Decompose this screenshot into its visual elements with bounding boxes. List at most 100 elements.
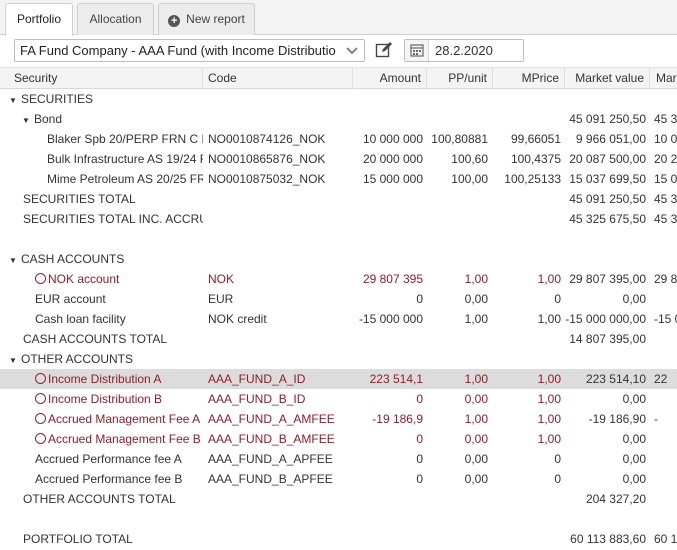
column-header-security[interactable]: Security	[9, 68, 203, 89]
cell-code: NOK credit	[208, 312, 267, 326]
security-name: Income Distribution B	[48, 392, 163, 406]
cell-code: NOK	[208, 272, 235, 286]
cell-market-value: -15 000 000,00	[565, 312, 646, 326]
cell-market-value: 45 091 250,50	[569, 192, 646, 206]
cell-amount: 0	[416, 292, 423, 306]
cell-security: ▼ CASH ACCOUNTS	[9, 249, 189, 269]
cell-pp-unit: 100,60	[451, 152, 488, 166]
status-circle-icon	[35, 273, 46, 284]
table-row[interactable]: Accrued Management Fee A AAA_FUND_A_AMFEE…	[0, 409, 677, 429]
expand-triangle-icon[interactable]: ▼	[9, 251, 21, 269]
cell-mprice: 1,00	[537, 312, 561, 326]
column-header-mprice[interactable]: MPrice	[493, 68, 565, 89]
security-name: OTHER ACCOUNTS	[21, 352, 134, 366]
cell-security: Income Distribution B	[35, 389, 203, 409]
cell-pp-unit: 100,00	[451, 172, 488, 186]
security-name: Accrued Management Fee B	[48, 432, 201, 446]
table-row[interactable]: Mime Petroleum AS 20/25 FRN NO0010875032_…	[0, 169, 677, 189]
table-row[interactable]: Accrued Performance fee B AAA_FUND_B_APFE…	[0, 469, 677, 489]
cell-code: NO0010874126_NOK	[208, 132, 326, 146]
column-header-next[interactable]: Mar	[650, 68, 677, 89]
calendar-icon[interactable]	[405, 40, 429, 61]
cell-code: AAA_FUND_B_ID	[208, 392, 306, 406]
cell-amount: 20 000 000	[362, 152, 423, 166]
cell-amount: 10 000 000	[362, 132, 423, 146]
table-row[interactable]: PORTFOLIO TOTAL 60 113 883,60 60 1	[0, 529, 677, 549]
cell-next: 29 8	[654, 272, 677, 286]
edit-icon[interactable]	[374, 40, 394, 60]
security-name: Accrued Performance fee A	[35, 452, 182, 466]
cell-mprice: 0	[554, 452, 561, 466]
security-name: Income Distribution A	[48, 372, 162, 386]
tab-allocation[interactable]: Allocation	[77, 3, 154, 35]
cell-market-value: 9 966 051,00	[575, 132, 646, 146]
cell-amount: 223 514,1	[369, 372, 423, 386]
expand-triangle-icon[interactable]: ▼	[9, 91, 21, 109]
cell-amount: 0	[416, 432, 423, 446]
cell-market-value: 60 113 883,60	[570, 532, 646, 546]
table-row[interactable]: CASH ACCOUNTS TOTAL 14 807 395,00	[0, 329, 677, 349]
fund-select-value: FA Fund Company - AAA Fund (with Income …	[20, 43, 336, 58]
cell-code: AAA_FUND_A_AMFEE	[208, 412, 335, 426]
table-row[interactable]: EUR account EUR 0 0,00 0 0,00	[0, 289, 677, 309]
security-name: PORTFOLIO TOTAL	[23, 532, 133, 546]
cell-security: SECURITIES TOTAL	[23, 189, 203, 209]
table-row-spacer	[0, 509, 677, 529]
cell-security: Accrued Performance fee B	[35, 469, 203, 489]
column-header-pp-unit[interactable]: PP/unit	[427, 68, 493, 89]
cell-market-value: 0,00	[622, 452, 646, 466]
security-name: Accrued Performance fee B	[35, 472, 183, 486]
cell-mprice: 1,00	[537, 392, 561, 406]
tab-new-report[interactable]: + New report	[158, 3, 255, 35]
cell-market-value: 223 514,10	[585, 372, 646, 386]
column-header-code[interactable]: Code	[203, 68, 353, 89]
table-row[interactable]: Income Distribution A AAA_FUND_A_ID 223 51…	[0, 369, 677, 389]
expand-triangle-icon[interactable]: ▼	[22, 111, 34, 129]
cell-market-value: 45 091 250,50	[569, 112, 646, 126]
column-header-amount[interactable]: Amount	[353, 68, 427, 89]
tab-portfolio[interactable]: Portfolio	[5, 3, 73, 36]
cell-next: 10 0	[654, 132, 677, 146]
cell-mprice: 100,4375	[510, 152, 561, 166]
cell-next: 15 0	[654, 172, 677, 186]
table-row[interactable]: ▼ Bond 45 091 250,50 45 3	[0, 109, 677, 129]
table-row[interactable]: OTHER ACCOUNTS TOTAL 204 327,20	[0, 489, 677, 509]
cell-code: AAA_FUND_A_APFEE	[208, 452, 333, 466]
cell-market-value: -19 186,90	[588, 412, 646, 426]
table-row[interactable]: SECURITIES TOTAL 45 091 250,50 45 3	[0, 189, 677, 209]
fund-select[interactable]: FA Fund Company - AAA Fund (with Income …	[14, 39, 365, 62]
cell-mprice: 0	[554, 472, 561, 486]
table-row[interactable]: Bulk Infrastructure AS 19/24 FRN NO001086…	[0, 149, 677, 169]
security-name: Bulk Infrastructure AS 19/24 FRN	[47, 152, 203, 166]
table-row[interactable]: Income Distribution B AAA_FUND_B_ID 0 0,00 1…	[0, 389, 677, 409]
cell-code: AAA_FUND_B_AMFEE	[208, 432, 335, 446]
table-row[interactable]: ▼ SECURITIES	[0, 89, 677, 109]
cell-amount: 15 000 000	[362, 172, 423, 186]
security-name: Mime Petroleum AS 20/25 FRN	[47, 172, 203, 186]
cell-security: Accrued Management Fee B	[35, 429, 203, 449]
table-row[interactable]: SECURITIES TOTAL INC. ACCRUED 45 325 675,…	[0, 209, 677, 229]
cell-pp-unit: 0,00	[464, 432, 488, 446]
table-row[interactable]: NOK account NOK 29 807 395 1,00 1,00 29 807 3…	[0, 269, 677, 289]
cell-security: Bulk Infrastructure AS 19/24 FRN	[47, 149, 203, 169]
expand-triangle-icon[interactable]: ▼	[9, 351, 21, 369]
table-row[interactable]: Cash loan facility NOK credit -15 000 000 1…	[0, 309, 677, 329]
table-row[interactable]: Accrued Performance fee A AAA_FUND_A_APFE…	[0, 449, 677, 469]
cell-market-value: 0,00	[622, 292, 646, 306]
cell-security: Blaker Spb 20/PERP FRN C HY	[47, 129, 203, 149]
cell-next: 45 3	[654, 112, 677, 126]
cell-market-value: 0,00	[622, 432, 646, 446]
table-row[interactable]: Accrued Management Fee B AAA_FUND_B_AMFEE…	[0, 429, 677, 449]
table-row[interactable]: ▼ OTHER ACCOUNTS	[0, 349, 677, 369]
cell-market-value: 204 327,20	[585, 492, 646, 506]
table-row[interactable]: ▼ CASH ACCOUNTS	[0, 249, 677, 269]
cell-amount: 0	[416, 452, 423, 466]
date-field[interactable]: 28.2.2020	[404, 39, 524, 62]
column-header-market-value[interactable]: Market value	[565, 68, 650, 89]
cell-pp-unit: 0,00	[464, 392, 488, 406]
table-row[interactable]: Blaker Spb 20/PERP FRN C HY NO0010874126_…	[0, 129, 677, 149]
security-name: SECURITIES TOTAL	[23, 192, 136, 206]
cell-next: -15 0	[654, 312, 677, 326]
tab-label: Allocation	[89, 12, 142, 26]
security-name: CASH ACCOUNTS	[21, 252, 125, 266]
